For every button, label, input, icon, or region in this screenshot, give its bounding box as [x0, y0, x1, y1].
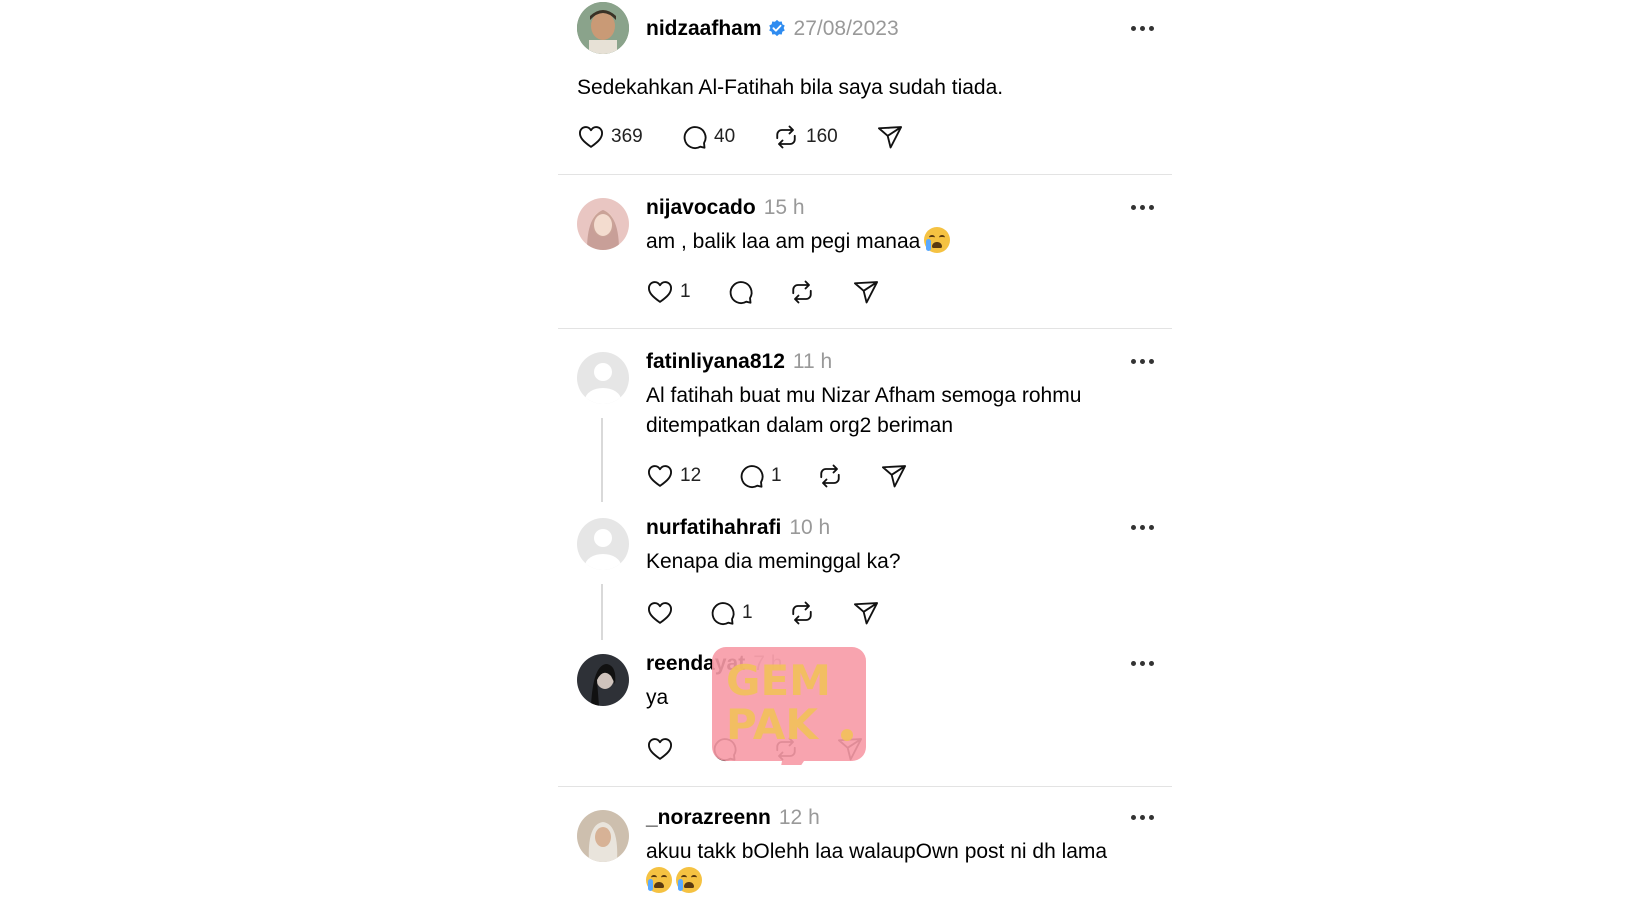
share-icon	[876, 123, 904, 151]
like-count: 1	[680, 281, 691, 302]
avatar[interactable]	[577, 810, 629, 862]
svg-text:GEM: GEM	[726, 656, 831, 705]
reply-line: Kenapa dia meminggal ka?	[646, 550, 901, 573]
divider	[558, 174, 1172, 175]
crying-emoji-icon	[676, 867, 702, 893]
username[interactable]: _norazreenn	[646, 806, 771, 829]
crying-emoji-icon	[924, 227, 951, 253]
threads-feed: nidzaafham 27/08/2023 Sedekahkan Al-Fatih…	[0, 0, 1640, 924]
comment-button[interactable]: 1	[737, 461, 782, 491]
gempak-logo: GEM PAK	[712, 647, 866, 805]
share-icon	[880, 462, 908, 490]
thread-line	[601, 584, 603, 640]
reply-header: fatinliyana812 11 h	[646, 350, 832, 374]
svg-text:PAK: PAK	[726, 700, 819, 749]
reply-time: 12 h	[778, 806, 820, 829]
reply-line: akuu takk bOlehh laa walaupOwn post ni d…	[646, 840, 1108, 863]
username[interactable]: fatinliyana812	[646, 350, 785, 373]
more-options-icon[interactable]	[1131, 521, 1161, 533]
divider	[558, 786, 1172, 787]
like-count: 12	[680, 465, 702, 486]
comment-icon	[680, 123, 708, 151]
comment-count: 1	[742, 602, 753, 623]
comment-icon	[737, 462, 765, 490]
comment-count: 1	[771, 465, 782, 486]
avatar[interactable]	[577, 2, 629, 54]
reply-header: nijavocado 15 h	[646, 196, 805, 220]
post-date: 27/08/2023	[793, 17, 899, 40]
reply-time: 11 h	[792, 350, 833, 373]
reply-line: Al fatihah buat mu Nizar Afham semoga ro…	[646, 384, 1082, 407]
share-button[interactable]	[852, 598, 880, 628]
reply-emoji-line	[642, 867, 702, 897]
repost-button[interactable]	[788, 277, 816, 307]
reply-line: ya	[646, 686, 669, 709]
like-button[interactable]: 1	[646, 277, 691, 307]
more-options-icon[interactable]	[1131, 22, 1161, 34]
heart-icon	[646, 599, 674, 627]
username[interactable]: nurfatihahrafi	[646, 516, 781, 539]
more-options-icon[interactable]	[1131, 201, 1161, 213]
reply-time: 15 h	[763, 196, 805, 219]
share-icon	[852, 278, 880, 306]
reply-header: nurfatihahrafi 10 h	[646, 516, 830, 540]
comment-button[interactable]: 1	[708, 598, 753, 628]
share-button[interactable]	[852, 277, 880, 307]
avatar[interactable]	[577, 654, 629, 706]
repost-button[interactable]: 160	[772, 122, 838, 152]
comment-icon	[726, 278, 754, 306]
thread-line	[601, 418, 603, 502]
reply-text: am , balik laa am pegi manaa	[646, 227, 951, 257]
like-button[interactable]	[646, 598, 674, 628]
post-header: nidzaafham 27/08/2023	[646, 17, 899, 41]
repost-button[interactable]	[816, 461, 844, 491]
like-count: 369	[611, 126, 643, 147]
share-icon	[852, 599, 880, 627]
reply-time: 10 h	[789, 516, 831, 539]
reply-header: _norazreenn 12 h	[646, 806, 820, 830]
repost-icon	[772, 123, 800, 151]
avatar[interactable]	[577, 352, 629, 404]
reply-line: am , balik laa am pegi manaa	[646, 230, 921, 253]
more-options-icon[interactable]	[1131, 657, 1161, 669]
avatar[interactable]	[577, 518, 629, 570]
heart-icon	[646, 462, 674, 490]
reply-line: ditempatkan dalam org2 beriman	[646, 414, 954, 437]
username[interactable]: nidzaafham	[646, 17, 762, 40]
repost-icon	[788, 278, 816, 306]
crying-emoji-icon	[646, 867, 672, 893]
repost-count: 160	[806, 126, 838, 147]
like-button[interactable]: 369	[577, 122, 643, 152]
heart-icon	[646, 278, 674, 306]
verified-badge-icon	[768, 19, 786, 37]
like-button[interactable]: 12	[646, 461, 701, 491]
repost-icon	[788, 599, 816, 627]
like-button[interactable]	[646, 734, 674, 764]
heart-icon	[646, 735, 674, 763]
more-options-icon[interactable]	[1131, 355, 1161, 367]
username[interactable]: nijavocado	[646, 196, 756, 219]
repost-icon	[816, 462, 844, 490]
post-text: Sedekahkan Al-Fatihah bila saya sudah ti…	[577, 76, 1004, 99]
comment-count: 40	[714, 126, 736, 147]
divider	[558, 328, 1172, 329]
share-button[interactable]	[880, 461, 908, 491]
comment-icon	[708, 599, 736, 627]
more-options-icon[interactable]	[1131, 811, 1161, 823]
avatar[interactable]	[577, 198, 629, 250]
comment-button[interactable]	[726, 277, 754, 307]
heart-icon	[577, 123, 605, 151]
share-button[interactable]	[876, 122, 904, 152]
comment-button[interactable]: 40	[680, 122, 735, 152]
repost-button[interactable]	[788, 598, 816, 628]
